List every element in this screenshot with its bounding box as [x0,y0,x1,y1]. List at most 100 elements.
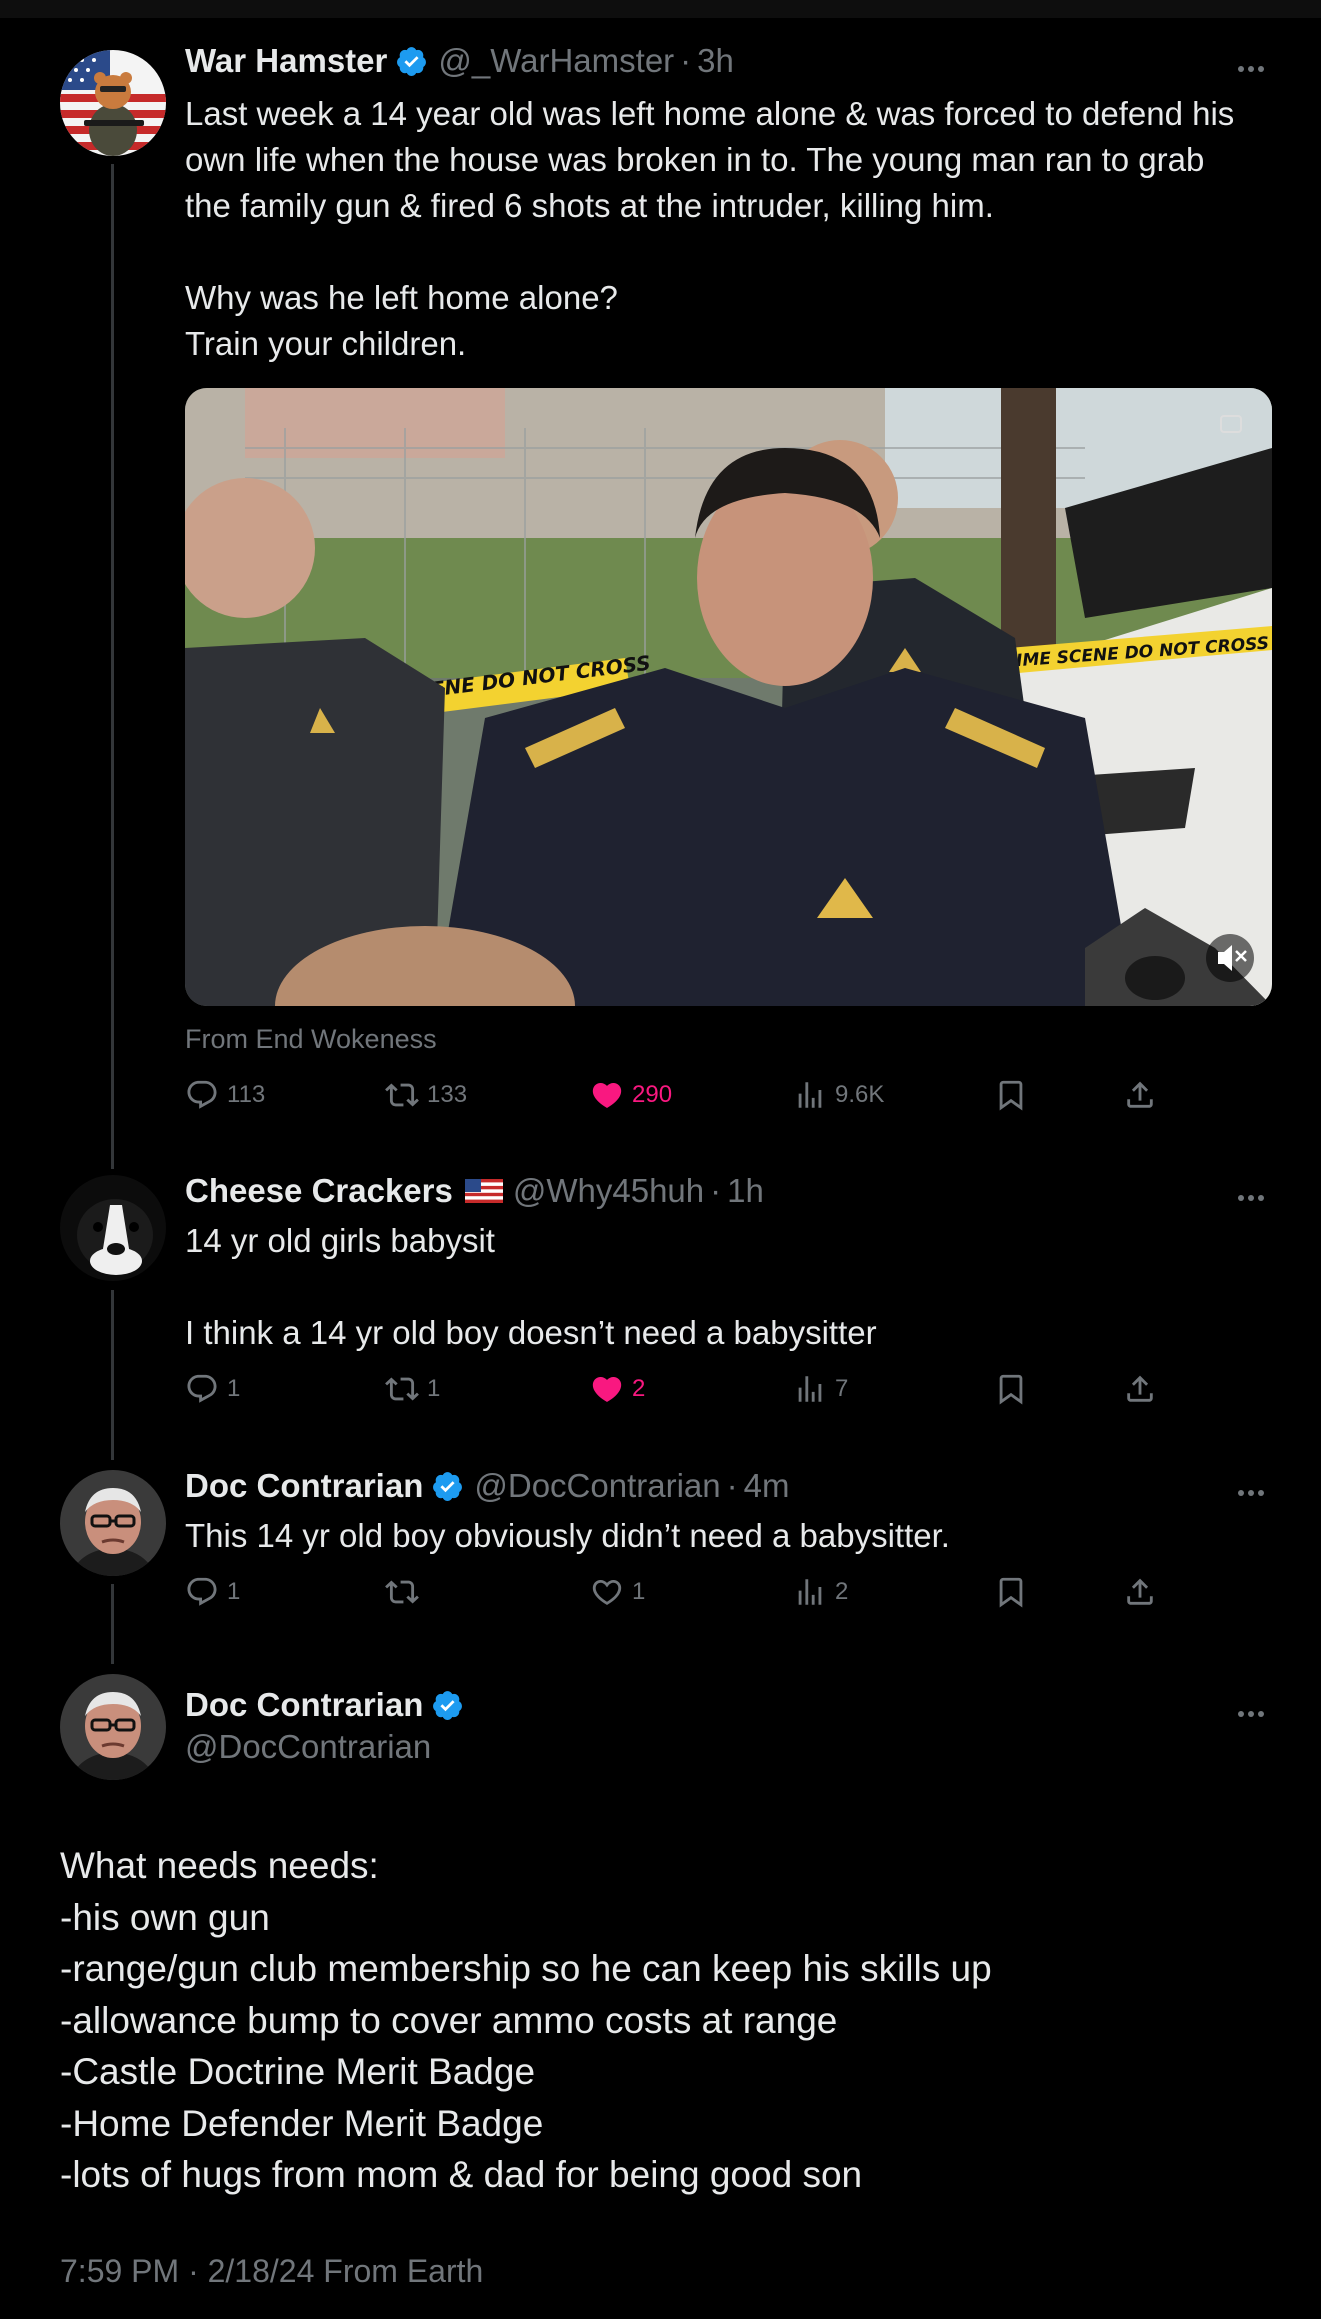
tweet-actions: 1 1 2 [185,1575,1185,1615]
analytics-icon [798,1579,822,1605]
separator-dot: · [726,1467,738,1504]
repost-count: 133 [427,1081,468,1108]
author-handle[interactable]: @_WarHamster [438,42,674,80]
bookmark-button[interactable] [994,1372,1028,1406]
text-line: What needs needs: [60,1845,379,1886]
reply-button[interactable]: 1 [185,1575,240,1609]
reply-count: 113 [227,1081,266,1108]
text-line: Last week a 14 year old was left home al… [185,95,1235,132]
author-name[interactable]: Doc Contrarian [185,1467,423,1505]
mute-icon[interactable] [1206,934,1254,982]
bookmark-icon [999,1374,1023,1405]
tweet-header: War Hamster @_WarHamster · 3h [185,42,734,80]
author-name[interactable]: Doc Contrarian [185,1686,423,1724]
verified-badge-icon [433,1471,463,1501]
avatar-cheese-crackers[interactable] [60,1175,166,1281]
views-button[interactable]: 9.6K [793,1078,884,1112]
soldier-hamster-avatar-icon [60,50,166,156]
post-time[interactable]: 4m [744,1467,790,1505]
verified-badge-icon [433,1690,463,1720]
repost-icon [385,1580,419,1604]
avatar-war-hamster[interactable] [60,50,166,156]
heart-outline-icon [592,1579,622,1605]
text-line: 14 yr old girls babysit [185,1222,495,1259]
reply-button[interactable]: 113 [185,1078,265,1112]
like-count: 2 [632,1375,646,1402]
dog-avatar-icon [60,1175,166,1281]
old-man-avatar-icon [60,1470,166,1576]
text-line: Why was he left home alone? [185,279,618,316]
repost-count: 1 [427,1375,441,1402]
text-line: This 14 yr old boy obviously didn’t need… [185,1517,950,1554]
text-line: Train your children. [185,325,467,362]
post-time[interactable]: 1h [727,1172,764,1210]
reply-count: 1 [227,1578,241,1605]
views-count: 2 [835,1578,849,1605]
heart-filled-icon [592,1376,622,1402]
reply-button[interactable]: 1 [185,1372,240,1406]
repost-button[interactable] [385,1575,427,1609]
text-line: -range/gun club membership so he can kee… [60,1948,992,1989]
separator-dot: · [710,1172,722,1209]
post-timestamp[interactable]: 7:59 PM · 2/18/24 From Earth [60,2253,483,2290]
thread-connector [111,1290,114,1460]
text-line: -his own gun [60,1896,270,1938]
tweet-actions: 113 133 290 9.6K [185,1078,1185,1118]
more-options-icon[interactable] [1238,59,1270,72]
bookmark-button[interactable] [994,1078,1028,1112]
video-source-label[interactable]: From End Wokeness [185,1024,437,1055]
avatar-doc-contrarian[interactable] [60,1470,166,1576]
share-icon [1127,1375,1153,1402]
reply-icon [187,1374,217,1403]
repost-icon [385,1083,419,1107]
more-options-icon[interactable] [1238,1704,1270,1717]
bookmark-button[interactable] [994,1575,1028,1609]
text-line: the family gun & fired 6 shots at the in… [185,187,994,224]
author-handle[interactable]: @Why45huh [513,1172,704,1210]
like-button[interactable]: 1 [590,1575,645,1609]
tweet-text: 14 yr old girls babysit I think a 14 yr … [185,1218,1275,1356]
text-line: -lots of hugs from mom & dad for being g… [60,2154,863,2195]
text-line [185,229,1275,275]
more-options-icon[interactable] [1238,1483,1270,1496]
text-line: -Castle Doctrine Merit Badge [60,2051,536,2092]
like-button[interactable]: 2 [590,1372,645,1406]
analytics-icon [798,1082,822,1108]
separator-dot: · [680,42,692,79]
like-count: 1 [632,1578,646,1605]
post-time[interactable]: 3h [697,42,734,80]
avatar-doc-contrarian-main[interactable] [60,1674,166,1780]
tweet-header: Cheese Crackers @Why45huh · 1h [185,1172,764,1210]
thread-connector [111,1584,114,1664]
tweet-text: Last week a 14 year old was left home al… [185,91,1275,367]
author-name[interactable]: Cheese Crackers [185,1172,453,1210]
bookmark-icon [999,1577,1023,1608]
video-player[interactable]: SCENE DO NOT CROSS CRIME SCENE DO NOT CR… [185,388,1272,1006]
main-post-handle-row: @DocContrarian [185,1728,431,1766]
bookmark-icon [999,1080,1023,1111]
reply-icon [187,1577,217,1606]
text-line: I think a 14 yr old boy doesn’t need a b… [185,1314,877,1351]
author-name[interactable]: War Hamster [185,42,387,80]
author-handle[interactable]: @DocContrarian [474,1467,720,1505]
repost-button[interactable]: 1 [385,1372,440,1406]
reply-count: 1 [227,1375,241,1402]
repost-button[interactable]: 133 [385,1078,467,1112]
share-button[interactable] [1123,1575,1157,1609]
verified-badge-icon [397,46,427,76]
author-handle[interactable]: @DocContrarian [185,1728,431,1766]
views-button[interactable]: 2 [793,1575,848,1609]
old-man-avatar-icon [60,1674,166,1780]
views-button[interactable]: 7 [793,1372,848,1406]
like-button[interactable]: 290 [590,1078,672,1112]
like-count: 290 [632,1081,673,1108]
text-line [185,1264,1275,1310]
text-line: -allowance bump to cover ammo costs at r… [60,1999,838,2041]
main-post-header: Doc Contrarian [185,1686,464,1724]
main-post-text: What needs needs: -his own gun -range/gu… [60,1840,992,2201]
share-button[interactable] [1123,1372,1157,1406]
video-frame: SCENE DO NOT CROSS CRIME SCENE DO NOT CR… [185,388,1272,1006]
more-options-icon[interactable] [1238,1188,1270,1201]
share-button[interactable] [1123,1078,1157,1112]
thread-connector [111,164,114,1169]
